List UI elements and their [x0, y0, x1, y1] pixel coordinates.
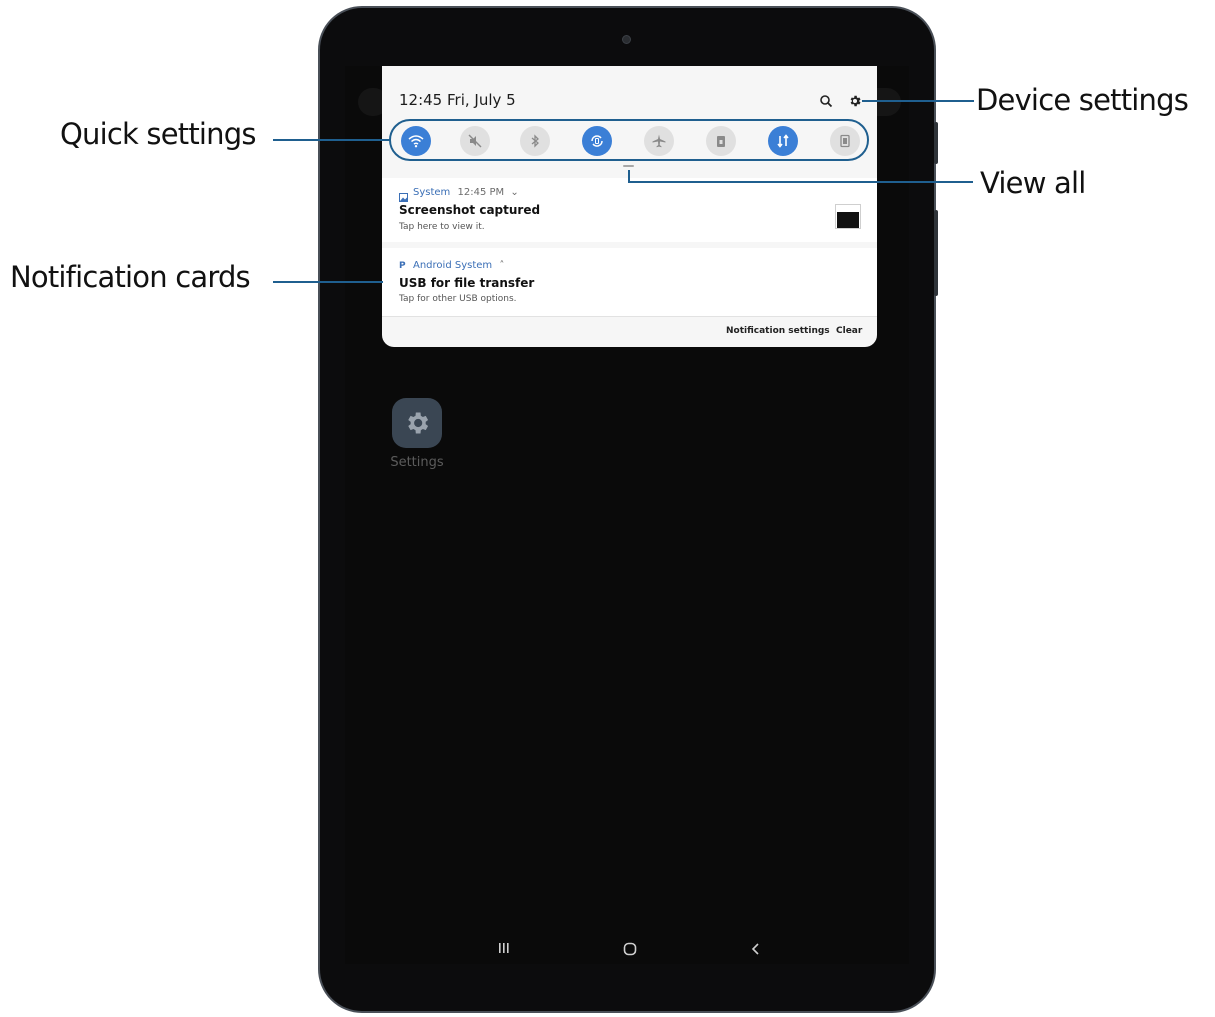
- auto-rotate-toggle[interactable]: [582, 126, 612, 156]
- mobile-data-toggle[interactable]: [768, 126, 798, 156]
- home-icon: [623, 942, 637, 956]
- back-icon: [751, 943, 759, 955]
- settings-app-label: Settings: [390, 455, 444, 470]
- power-saving-toggle[interactable]: [830, 126, 860, 156]
- power-button: [934, 210, 938, 296]
- callout-notification-cards: Notification cards: [10, 260, 251, 294]
- mute-icon: [468, 134, 482, 148]
- flashlight-toggle[interactable]: [706, 126, 736, 156]
- notification-app-label: System: [413, 187, 451, 198]
- search-button[interactable]: [819, 93, 833, 112]
- notification-title: USB for file transfer: [399, 276, 535, 290]
- notification-app-name: Android System ˄: [413, 260, 504, 271]
- callout-line: [862, 100, 974, 102]
- auto-rotate-icon: [591, 135, 603, 147]
- search-icon: [820, 95, 833, 108]
- bluetooth-icon: [531, 134, 539, 148]
- callout-line: [628, 181, 973, 183]
- gear-icon: [408, 412, 429, 434]
- settings-button[interactable]: [848, 93, 862, 112]
- panel-time-date: 12:45 Fri, July 5: [399, 91, 516, 109]
- divider: [382, 316, 877, 317]
- flashlight-icon: [717, 136, 725, 147]
- airplane-mode-toggle[interactable]: [644, 126, 674, 156]
- home-button[interactable]: [623, 941, 637, 960]
- back-button[interactable]: [750, 941, 762, 960]
- screenshot-thumbnail-image: [837, 212, 859, 228]
- collapse-chevron-icon[interactable]: ˄: [499, 260, 504, 271]
- notification-app-name: System 12:45 PM ⌄: [413, 187, 519, 198]
- view-all-handle[interactable]: [623, 165, 634, 167]
- notification-app-label: Android System: [413, 260, 493, 271]
- bluetooth-toggle[interactable]: [520, 126, 550, 156]
- notification-time: 12:45 PM: [457, 187, 505, 198]
- recents-icon: [499, 943, 509, 953]
- callout-view-all: View all: [980, 166, 1086, 200]
- android-system-icon: P: [399, 261, 406, 271]
- mobile-data-icon: [777, 134, 789, 148]
- notification-text: Tap here to view it.: [399, 222, 485, 232]
- front-camera: [622, 35, 631, 44]
- gear-icon: [850, 95, 861, 107]
- volume-button: [934, 122, 938, 164]
- power-saving-icon: [840, 134, 850, 148]
- wifi-toggle[interactable]: [401, 126, 431, 156]
- callout-device-settings: Device settings: [976, 83, 1189, 117]
- notification-title: Screenshot captured: [399, 203, 541, 217]
- airplane-icon: [652, 134, 666, 148]
- sound-toggle[interactable]: [460, 126, 490, 156]
- callout-quick-settings: Quick settings: [60, 117, 256, 151]
- callout-line: [273, 281, 383, 283]
- wifi-icon: [408, 135, 424, 148]
- clear-button[interactable]: Clear: [836, 326, 862, 336]
- recents-button[interactable]: [498, 940, 510, 959]
- settings-app-icon[interactable]: [392, 398, 442, 448]
- notification-text: Tap for other USB options.: [399, 294, 517, 304]
- notification-settings-button[interactable]: Notification settings: [726, 326, 830, 336]
- callout-line: [273, 139, 390, 141]
- expand-chevron-icon[interactable]: ⌄: [510, 187, 518, 198]
